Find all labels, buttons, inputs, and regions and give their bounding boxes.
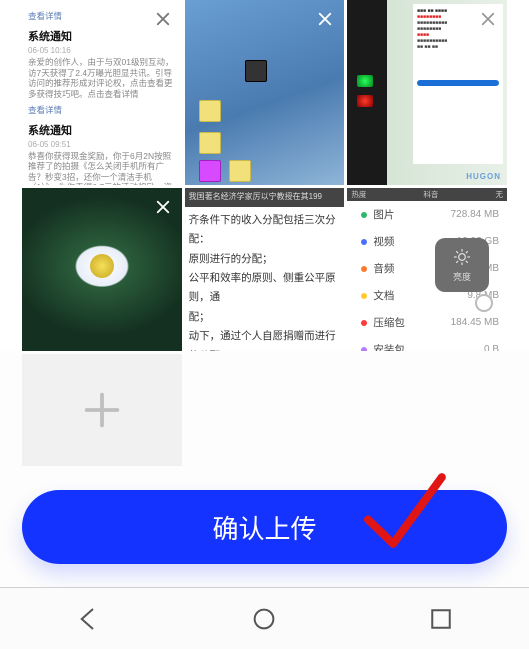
brightness-icon [452,247,472,267]
hdr-label: 热度 [351,189,366,200]
storage-row: 安装包0 B [347,336,507,351]
nav-home-button[interactable] [249,604,279,634]
storage-row: 图片728.84 MB [347,201,507,228]
storage-label: 安装包 [361,342,484,351]
hdr-label: 科音 [423,189,438,200]
android-navbar [0,587,529,649]
desktop-icon [245,60,267,82]
confirm-label: 确认上传 [212,509,316,546]
close-icon[interactable] [312,6,338,32]
thumbnail-notifications[interactable]: 查看详情 系统通知 06-05 10:16 亲爱的创作人，由于与双01级别互动，… [22,0,182,185]
thumbnail-desktop[interactable] [185,0,345,185]
brightness-popup: 亮度 [435,238,489,292]
storage-label: 压缩包 [361,315,450,330]
article-header: 我国著名经济学家厉以宁教授在其199 [189,192,322,201]
close-icon[interactable] [475,6,501,32]
article-line: 原则进行的分配； [189,250,341,269]
article-line: 动下，通过个人自愿捐赠而进行的分配。 [189,327,341,351]
notif-body: 亲爱的创作人，由于与双01级别互动，访7天获得了2.4万曝光胆显共讯。引导访问的… [28,57,176,100]
notif-time: 06-05 09:51 [28,140,176,149]
storage-value: 184.45 MB [451,317,499,328]
notif-body: 恭喜你获得现金奖励，你于6月2N按照推荐了的拍摄《怎么关闭手机所有广告？秒变3招… [28,151,176,186]
notif-title: 系统通知 [28,122,176,138]
close-icon[interactable] [150,194,176,220]
view-details-link: 查看详情 [28,104,176,116]
thumbnail-storage[interactable]: 热度 科音 无 图片728.84 MB视频12.93 GB音频90.04 MB文… [347,188,507,351]
indicator-light [357,75,373,87]
brand-label: HUGON [466,172,501,181]
brightness-label: 亮度 [453,270,471,283]
thumbnail-phone-monitor[interactable]: ■■■ ■■ ■■■■ ■■■■■■■■ ■■■■■■■■■■ ■■■■■■■■… [347,0,507,185]
thumbnail-lotus[interactable] [22,188,182,351]
article-line: 配； [189,308,341,327]
hdr-label: 无 [495,189,503,200]
article-line: 公平和效率的原则、侧重公平原则，通 [189,269,341,308]
desktop-icon [199,100,221,122]
close-icon[interactable] [150,6,176,32]
desktop-icon [199,160,221,182]
storage-label: 图片 [361,207,450,222]
plus-icon [79,387,125,433]
thumbnail-article[interactable]: 我国著名经济学家厉以宁教授在其199 齐条件下的收入分配包括三次分配： 原则进行… [185,188,345,351]
desktop-icon [229,160,251,182]
notif-time: 06-05 10:16 [28,46,176,55]
add-image-button[interactable] [22,354,182,466]
storage-value: 0 B [484,344,499,351]
confirm-upload-button[interactable]: 确认上传 [22,490,507,564]
article-line: 齐条件下的收入分配包括三次分配： [189,211,341,250]
indicator-light [357,95,373,107]
storage-row: 压缩包184.45 MB [347,309,507,336]
nav-recent-button[interactable] [426,604,456,634]
storage-value: 728.84 MB [451,209,499,220]
desktop-icon [199,132,221,154]
nav-back-button[interactable] [73,604,103,634]
brightness-slider-handle[interactable] [475,294,493,312]
